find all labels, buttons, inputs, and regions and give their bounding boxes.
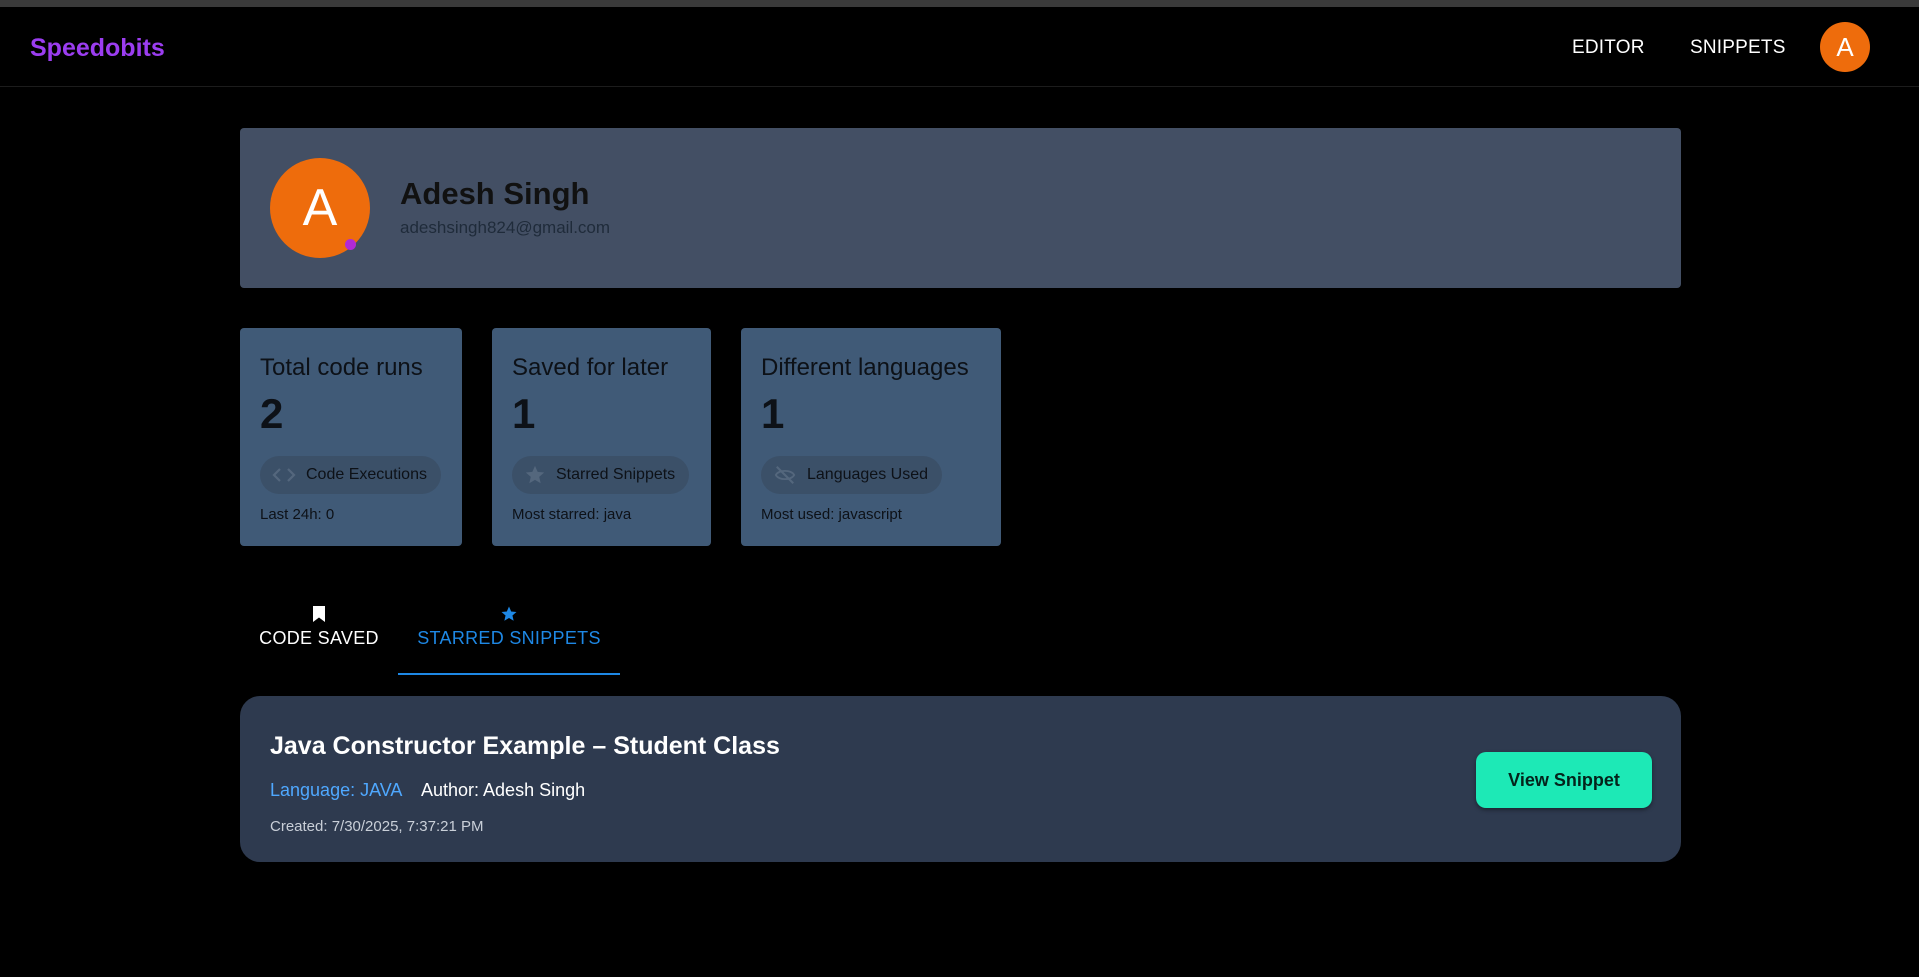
eye-off-icon bbox=[773, 464, 797, 486]
window-top-border bbox=[0, 0, 1919, 7]
stat-chip: Starred Snippets bbox=[512, 456, 690, 494]
navbar: Speedobits EDITOR SNIPPETS A bbox=[0, 7, 1919, 87]
tab-label: CODE SAVED bbox=[259, 628, 379, 648]
stat-chip: Languages Used bbox=[761, 456, 942, 494]
stat-title: Total code runs bbox=[260, 354, 423, 381]
profile-email: adeshsingh824@gmail.com bbox=[400, 218, 611, 237]
stat-footer: Most starred: java bbox=[512, 506, 632, 523]
stat-footer: Last 24h: 0 bbox=[260, 506, 335, 523]
stat-value: 1 bbox=[761, 390, 785, 437]
code-icon bbox=[272, 467, 296, 483]
snippet-author: Author: Adesh Singh bbox=[421, 780, 586, 800]
stat-footer: Most used: javascript bbox=[761, 506, 902, 523]
bookmark-icon bbox=[240, 604, 398, 624]
star-icon bbox=[398, 604, 620, 624]
stat-card-saved: Saved for later 1 Starred Snippets Most … bbox=[492, 328, 711, 546]
profile-name: Adesh Singh bbox=[400, 176, 590, 211]
active-tab-indicator bbox=[398, 673, 620, 675]
stat-chip-label: Starred Snippets bbox=[556, 466, 676, 483]
stat-card-code-runs: Total code runs 2 Code Executions Last 2… bbox=[240, 328, 462, 546]
view-snippet-button[interactable]: View Snippet bbox=[1476, 752, 1652, 808]
snippet-language: Language: JAVA bbox=[270, 780, 403, 800]
snippet-created: Created: 7/30/2025, 7:37:21 PM bbox=[270, 818, 484, 835]
stat-title: Different languages bbox=[761, 354, 969, 381]
stat-value: 2 bbox=[260, 390, 284, 437]
tab-starred-snippets[interactable]: STARRED SNIPPETS bbox=[398, 604, 620, 676]
online-status-dot bbox=[345, 239, 356, 250]
stat-title: Saved for later bbox=[512, 354, 669, 381]
nav-link-snippets[interactable]: SNIPPETS bbox=[1690, 37, 1786, 59]
snippet-card: Java Constructor Example – Student Class… bbox=[240, 696, 1681, 862]
stat-card-languages: Different languages 1 Languages Used Mos… bbox=[741, 328, 1001, 546]
stat-value: 1 bbox=[512, 390, 536, 437]
stat-chip-label: Code Executions bbox=[306, 466, 427, 483]
user-avatar[interactable]: A bbox=[1820, 22, 1870, 72]
tab-label: STARRED SNIPPETS bbox=[417, 628, 601, 648]
stat-chip-label: Languages Used bbox=[807, 466, 928, 483]
nav-link-editor[interactable]: EDITOR bbox=[1572, 37, 1645, 59]
profile-card: A Adesh Singh adeshsingh824@gmail.com bbox=[240, 128, 1681, 288]
stat-chip: Code Executions bbox=[260, 456, 441, 494]
snippet-title: Java Constructor Example – Student Class bbox=[270, 732, 780, 760]
brand-logo[interactable]: Speedobits bbox=[30, 34, 165, 63]
tab-code-saved[interactable]: CODE SAVED bbox=[240, 604, 398, 676]
star-icon bbox=[524, 464, 546, 486]
